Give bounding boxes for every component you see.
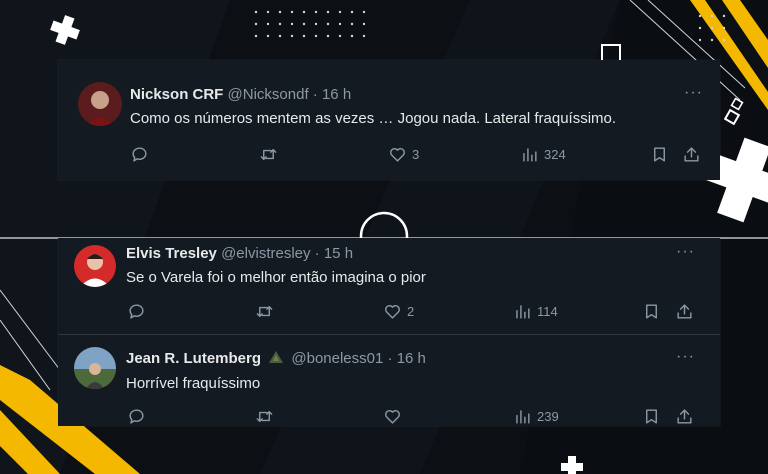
tweet-text: Se o Varela foi o melhor então imagina o… <box>126 269 426 286</box>
like-icon <box>385 410 400 424</box>
avatar-image <box>74 245 116 287</box>
tweet-card-2: Elvis Tresley @elvistresley · 15 h ··· S… <box>58 238 720 426</box>
bookmark-button[interactable] <box>642 407 661 426</box>
user-handle[interactable]: @elvistresley <box>221 245 310 262</box>
bookmark-button[interactable] <box>642 302 661 321</box>
retweet-button[interactable] <box>259 145 278 164</box>
share-icon <box>677 304 692 319</box>
separator-dot: · <box>312 86 318 103</box>
like-button[interactable]: 2 <box>383 302 414 321</box>
tweet-header: Elvis Tresley @elvistresley · 15 h <box>126 245 353 262</box>
more-icon[interactable]: ··· <box>684 84 703 102</box>
reply-button[interactable] <box>127 407 146 426</box>
tweet[interactable]: Jean R. Lutemberg @boneless01 · 16 h ···… <box>58 335 720 426</box>
avatar[interactable] <box>74 347 116 389</box>
retweet-button[interactable] <box>255 407 274 426</box>
like-icon <box>385 305 400 319</box>
timestamp[interactable]: 15 h <box>324 245 353 262</box>
reply-button[interactable] <box>127 302 146 321</box>
more-icon[interactable]: ··· <box>676 348 695 366</box>
share-icon <box>684 147 699 162</box>
display-name[interactable]: Elvis Tresley <box>126 245 217 262</box>
bookmark-icon <box>646 304 657 319</box>
like-count: 2 <box>407 304 415 319</box>
tweet[interactable]: Nickson CRF @Nicksondf · 16 h ··· Como o… <box>58 60 720 180</box>
share-button[interactable] <box>675 407 694 426</box>
tweet-card-1: Nickson CRF @Nicksondf · 16 h ··· Como o… <box>58 60 720 180</box>
display-name[interactable]: Jean R. Lutemberg <box>126 350 261 367</box>
timestamp[interactable]: 16 h <box>397 350 426 367</box>
reply-icon <box>132 147 147 162</box>
avatar-image <box>74 347 116 389</box>
reply-button[interactable] <box>130 145 149 164</box>
views-button[interactable]: 239 <box>513 407 559 426</box>
views-button[interactable]: 324 <box>520 145 566 164</box>
tweet-header: Jean R. Lutemberg @boneless01 · 16 h <box>126 350 426 367</box>
bookmark-button[interactable] <box>650 145 669 164</box>
avatar[interactable] <box>74 245 116 287</box>
share-button[interactable] <box>682 145 701 164</box>
like-button[interactable] <box>383 407 407 426</box>
view-count: 324 <box>544 147 566 162</box>
retweet-icon <box>256 306 273 317</box>
views-button[interactable]: 114 <box>513 302 558 321</box>
bookmark-icon <box>654 147 665 162</box>
tweet-text: Horrível fraquíssimo <box>126 375 261 392</box>
avatar[interactable] <box>78 82 122 126</box>
like-count: 3 <box>412 147 420 162</box>
tweet-header: Nickson CRF @Nicksondf · 16 h <box>130 86 351 103</box>
reply-icon <box>129 304 144 319</box>
avatar-image <box>78 82 122 126</box>
tweet[interactable]: Elvis Tresley @elvistresley · 15 h ··· S… <box>58 238 720 334</box>
retweet-button[interactable] <box>255 302 274 321</box>
reply-icon <box>129 409 144 424</box>
display-name[interactable]: Nickson CRF <box>130 86 223 103</box>
share-icon <box>677 409 692 424</box>
views-icon <box>523 148 537 162</box>
views-icon <box>516 305 530 319</box>
more-icon[interactable]: ··· <box>676 243 695 261</box>
user-handle[interactable]: @boneless01 <box>291 350 383 367</box>
retweet-icon <box>260 149 277 160</box>
retweet-icon <box>256 411 273 422</box>
bookmark-icon <box>646 409 657 424</box>
separator-dot: · <box>387 350 393 367</box>
tweet-text: Como os números mentem as vezes … Jogou … <box>130 110 617 127</box>
view-count: 114 <box>537 304 558 319</box>
like-button[interactable]: 3 <box>388 145 419 164</box>
separator-dot: · <box>314 245 320 262</box>
share-button[interactable] <box>675 302 694 321</box>
verified-triangle-icon <box>269 351 284 363</box>
views-icon <box>516 410 530 424</box>
like-icon <box>390 148 405 162</box>
user-handle[interactable]: @Nicksondf <box>228 86 309 103</box>
timestamp[interactable]: 16 h <box>322 86 351 103</box>
view-count: 239 <box>537 409 559 424</box>
